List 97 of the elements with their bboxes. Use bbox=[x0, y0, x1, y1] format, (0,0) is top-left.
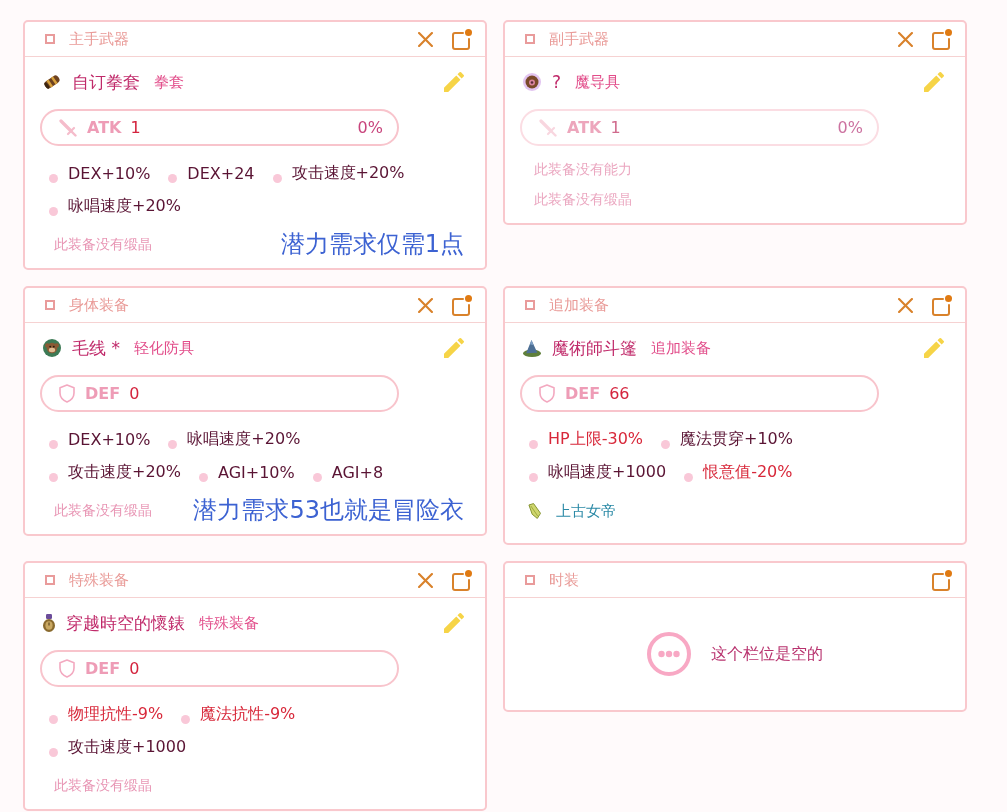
ability-text: 咏唱速度+20% bbox=[187, 429, 301, 450]
item-name: ? bbox=[552, 72, 562, 92]
sword-icon bbox=[539, 118, 557, 137]
slot-title: 身体装备 bbox=[69, 295, 130, 315]
dot-icon bbox=[529, 473, 538, 482]
item-name: 毛线 * bbox=[72, 336, 120, 360]
crystal-note: 此装备没有缎晶 bbox=[53, 501, 152, 520]
dot-icon bbox=[49, 207, 58, 216]
dot-icon bbox=[661, 440, 670, 449]
stat-label: DEF bbox=[565, 384, 601, 403]
sword-icon bbox=[59, 118, 77, 137]
square-icon bbox=[525, 300, 535, 310]
item-name: 穿越時空的懷錶 bbox=[66, 611, 185, 635]
ability-text: 魔法抗性-9% bbox=[200, 704, 296, 725]
ability-text: 攻击速度+1000 bbox=[68, 737, 187, 758]
ability-text: 咏唱速度+20% bbox=[68, 196, 181, 217]
dot-icon bbox=[49, 715, 58, 724]
stat-value: 66 bbox=[609, 384, 630, 403]
stat-value: 0 bbox=[129, 384, 140, 403]
stat-percent: 0% bbox=[357, 118, 383, 137]
stat-value: 0 bbox=[129, 659, 140, 678]
close-icon[interactable] bbox=[898, 297, 913, 313]
crystal-note: 此装备没有缎晶 bbox=[53, 776, 152, 795]
dot-icon bbox=[529, 440, 538, 449]
dot-icon bbox=[198, 473, 208, 482]
square-badge-icon[interactable] bbox=[451, 294, 472, 316]
annotation-text: 潜力需求仅需1点 bbox=[280, 229, 464, 259]
slot-title: 时装 bbox=[549, 570, 580, 590]
stat-label: ATK bbox=[567, 118, 602, 137]
stat-value: 1 bbox=[130, 118, 141, 137]
close-icon[interactable] bbox=[418, 31, 433, 47]
stat-label: ATK bbox=[87, 118, 122, 137]
ability-text: HP上限-30% bbox=[548, 429, 643, 450]
ability-text: AGI+8 bbox=[331, 463, 384, 482]
dot-icon bbox=[49, 440, 58, 449]
ability-text: DEX+10% bbox=[68, 164, 151, 183]
dot-icon bbox=[49, 473, 58, 482]
square-badge-icon[interactable] bbox=[931, 28, 952, 50]
monkey-icon bbox=[43, 339, 61, 357]
shield-icon bbox=[59, 384, 75, 403]
ability-text: 攻击速度+20% bbox=[291, 163, 405, 184]
stat-value: 1 bbox=[610, 118, 621, 137]
crystal-note: 此装备没有缎晶 bbox=[53, 235, 152, 254]
square-icon bbox=[525, 575, 535, 585]
square-icon bbox=[45, 34, 55, 44]
item-name: 自订拳套 bbox=[72, 70, 140, 94]
crystal-name: 上古女帝 bbox=[556, 501, 616, 521]
dot-icon bbox=[168, 440, 178, 449]
stat-percent: 0% bbox=[837, 118, 863, 137]
crystal-note: 此装备没有缎晶 bbox=[533, 190, 632, 209]
dot-icon bbox=[49, 748, 58, 757]
ability-text: DEX+10% bbox=[68, 430, 151, 449]
shield-icon bbox=[539, 384, 555, 403]
slot-title: 特殊装备 bbox=[69, 570, 130, 590]
item-name: 魔術師斗篷 bbox=[552, 336, 637, 360]
square-badge-icon[interactable] bbox=[451, 569, 472, 591]
stat-label: DEF bbox=[85, 659, 121, 678]
square-icon bbox=[45, 300, 55, 310]
stat-label: DEF bbox=[85, 384, 121, 403]
slot-title: 追加装备 bbox=[549, 295, 610, 315]
crystal-icon bbox=[528, 503, 541, 519]
square-badge-icon[interactable] bbox=[931, 569, 952, 591]
empty-message: 这个栏位是空的 bbox=[711, 643, 823, 665]
item-type: 魔导具 bbox=[575, 72, 621, 92]
square-icon bbox=[45, 575, 55, 585]
ability-text: 咏唱速度+1000 bbox=[548, 462, 667, 483]
ability-text: 魔法贯穿+10% bbox=[680, 429, 793, 450]
annotation-text: 潜力需求53也就是冒险衣 bbox=[193, 495, 464, 525]
wizard-hat-icon bbox=[523, 339, 541, 357]
dot-icon bbox=[49, 174, 58, 183]
dot-icon bbox=[312, 473, 322, 482]
square-badge-icon[interactable] bbox=[451, 28, 472, 50]
orb-icon bbox=[523, 73, 541, 91]
pocket-watch-icon bbox=[43, 614, 55, 632]
slot-title: 副手武器 bbox=[549, 29, 610, 49]
ellipsis-circle-icon bbox=[647, 632, 691, 676]
dot-icon bbox=[272, 174, 282, 183]
ability-text: AGI+10% bbox=[217, 463, 295, 482]
item-type: 轻化防具 bbox=[133, 338, 194, 358]
close-icon[interactable] bbox=[418, 572, 433, 588]
ability-text: 物理抗性-9% bbox=[68, 704, 164, 725]
ability-text: DEX+24 bbox=[187, 164, 255, 183]
item-type: 追加装备 bbox=[651, 338, 711, 358]
dot-icon bbox=[181, 715, 191, 724]
dot-icon bbox=[168, 174, 178, 183]
square-badge-icon[interactable] bbox=[931, 294, 952, 316]
close-icon[interactable] bbox=[418, 297, 433, 313]
shield-icon bbox=[59, 659, 75, 678]
slot-title: 主手武器 bbox=[69, 29, 130, 49]
square-icon bbox=[525, 34, 535, 44]
item-type: 拳套 bbox=[154, 72, 184, 92]
dot-icon bbox=[684, 473, 694, 482]
close-icon[interactable] bbox=[898, 31, 913, 47]
ability-text: 攻击速度+20% bbox=[68, 462, 181, 483]
ability-text: 恨意值-20% bbox=[703, 462, 793, 483]
ability-note: 此装备没有能力 bbox=[533, 160, 633, 179]
item-type: 特殊装备 bbox=[199, 613, 259, 633]
